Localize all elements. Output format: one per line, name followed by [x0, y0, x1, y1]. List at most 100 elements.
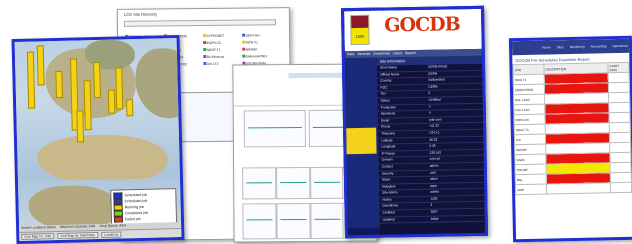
field-value: ggus	[430, 183, 438, 188]
directory-entry-label: SARA-MATRIX	[245, 53, 268, 59]
field-value: csirt	[429, 170, 436, 175]
field-value: 1200	[430, 196, 438, 201]
directory-entry[interactable]: IN2P3-CC	[202, 40, 241, 45]
field-name: Security	[381, 170, 394, 176]
field-name: Domain	[381, 157, 393, 162]
field-value: Certified	[428, 97, 441, 102]
field-value: admin	[430, 189, 439, 195]
site-cell: GRIF	[515, 184, 547, 195]
start-cell	[609, 142, 631, 153]
legend-label: Completed job	[124, 210, 149, 216]
plot-line	[246, 219, 273, 221]
field-value: 46.23	[429, 137, 438, 142]
field-name: Certified	[382, 210, 395, 215]
field-value: today	[430, 216, 439, 221]
directory-entry-label: DESY-HH	[245, 32, 260, 38]
job-bar	[107, 89, 116, 114]
field-name: Monitored	[380, 111, 396, 116]
start-cell	[608, 112, 631, 123]
site-cell: NIKHEF	[514, 144, 546, 155]
job-bar	[115, 67, 124, 110]
directory-entry[interactable]: DESY-HH	[241, 32, 280, 38]
job-bar	[76, 110, 85, 143]
field-name: Alarm	[381, 177, 391, 182]
europe-map[interactable]	[14, 38, 180, 182]
site-info-row: Updated today	[379, 215, 488, 224]
field-name: Timezone	[381, 131, 396, 136]
field-value: alarm	[429, 176, 439, 181]
field-name: Production	[380, 104, 397, 110]
directory-entry-label: UKI-LT2	[206, 61, 219, 66]
site-cell: RAL-LCG2	[513, 94, 545, 105]
plot-line	[314, 219, 341, 221]
monitoring-plot	[242, 167, 277, 200]
field-name: ROC	[380, 85, 388, 90]
plot-line	[314, 181, 341, 183]
directory-entry[interactable]: SARA-MATRIX	[241, 53, 280, 59]
field-name: Short Name	[380, 65, 398, 70]
field-value: 3	[430, 203, 433, 208]
directory-entry[interactable]: CYFRONET	[202, 33, 241, 38]
report-nav-item[interactable]: Home	[542, 45, 551, 49]
directory-entry[interactable]: NIKHEF	[241, 47, 280, 52]
start-cell	[608, 82, 630, 93]
col-site: SITE	[512, 64, 545, 75]
directory-entry-label: NDGF-T1	[206, 47, 221, 52]
tab-site-class[interactable]: Grid Map by Site/Class	[57, 232, 99, 240]
field-name: Nodes	[382, 197, 392, 202]
legend-label: Failed job	[124, 216, 141, 222]
start-cell	[609, 132, 631, 143]
monitoring-plot	[276, 166, 311, 200]
field-value: cern.ch	[429, 156, 441, 162]
col-start: START DATE	[607, 62, 630, 73]
report-nav-item[interactable]: Accounting	[591, 44, 607, 48]
field-name: Contact	[381, 164, 393, 169]
site-cell: CERN-PROD	[513, 84, 545, 95]
monitoring-plot	[243, 109, 306, 148]
site-cell: FZK-LCG2	[513, 104, 545, 115]
field-value: +41 22	[429, 123, 439, 129]
directory-entry-label: RU-Moscow	[206, 54, 225, 59]
directory-entry[interactable]: RU-Moscow	[202, 54, 241, 59]
field-value: CERN	[428, 71, 438, 76]
report-nav-item[interactable]: Monitoring	[570, 45, 585, 49]
tab-grid-map[interactable]: Grid Map for Jobs	[21, 233, 55, 240]
report-nav-item[interactable]: Operations	[612, 44, 628, 48]
legend-label: Running job	[124, 204, 144, 210]
downtime-report-window: Home Sites Monitoring Accounting Operations …	[508, 35, 632, 243]
badge-top	[351, 15, 369, 29]
field-value: Y	[428, 110, 432, 115]
status-dot	[241, 54, 245, 58]
site-cell: INFN-T1	[513, 74, 545, 85]
site-cell: NDGF-T1	[514, 124, 546, 135]
start-cell	[609, 152, 632, 163]
plot-line	[246, 181, 273, 183]
job-bar	[36, 45, 45, 86]
table-row[interactable]: GRIF	[515, 182, 632, 195]
report-nav-item[interactable]: Sites	[557, 45, 564, 49]
monitoring-plot	[242, 203, 277, 240]
field-name: Updated	[382, 217, 395, 222]
field-name: Longitude	[381, 144, 396, 149]
field-value: CERN-PROD	[428, 64, 448, 69]
field-value: 6.05	[429, 143, 436, 148]
field-name: Tier	[380, 91, 386, 96]
field-value: Y	[428, 104, 431, 109]
start-cell	[609, 122, 631, 133]
directory-entry[interactable]: INFN-T1	[241, 40, 280, 45]
directory-entry[interactable]: NDGF-T1	[202, 47, 241, 52]
job-bar	[93, 61, 101, 99]
field-name: Official Name	[380, 71, 400, 77]
field-name: Status	[380, 98, 390, 103]
field-name: Helpdesk	[382, 184, 396, 189]
start-cell	[610, 182, 632, 193]
directory-search-bar[interactable]	[123, 19, 276, 27]
gocdb-header: 1000 GOCDB	[344, 8, 482, 52]
field-name: Site Admin	[382, 190, 398, 195]
job-bar	[26, 51, 36, 109]
tab-locations[interactable]: Locations	[100, 231, 122, 238]
land-asia	[134, 47, 180, 120]
site-cell: PIC	[514, 134, 546, 145]
plot-line	[280, 219, 307, 221]
start-cell	[610, 162, 632, 173]
